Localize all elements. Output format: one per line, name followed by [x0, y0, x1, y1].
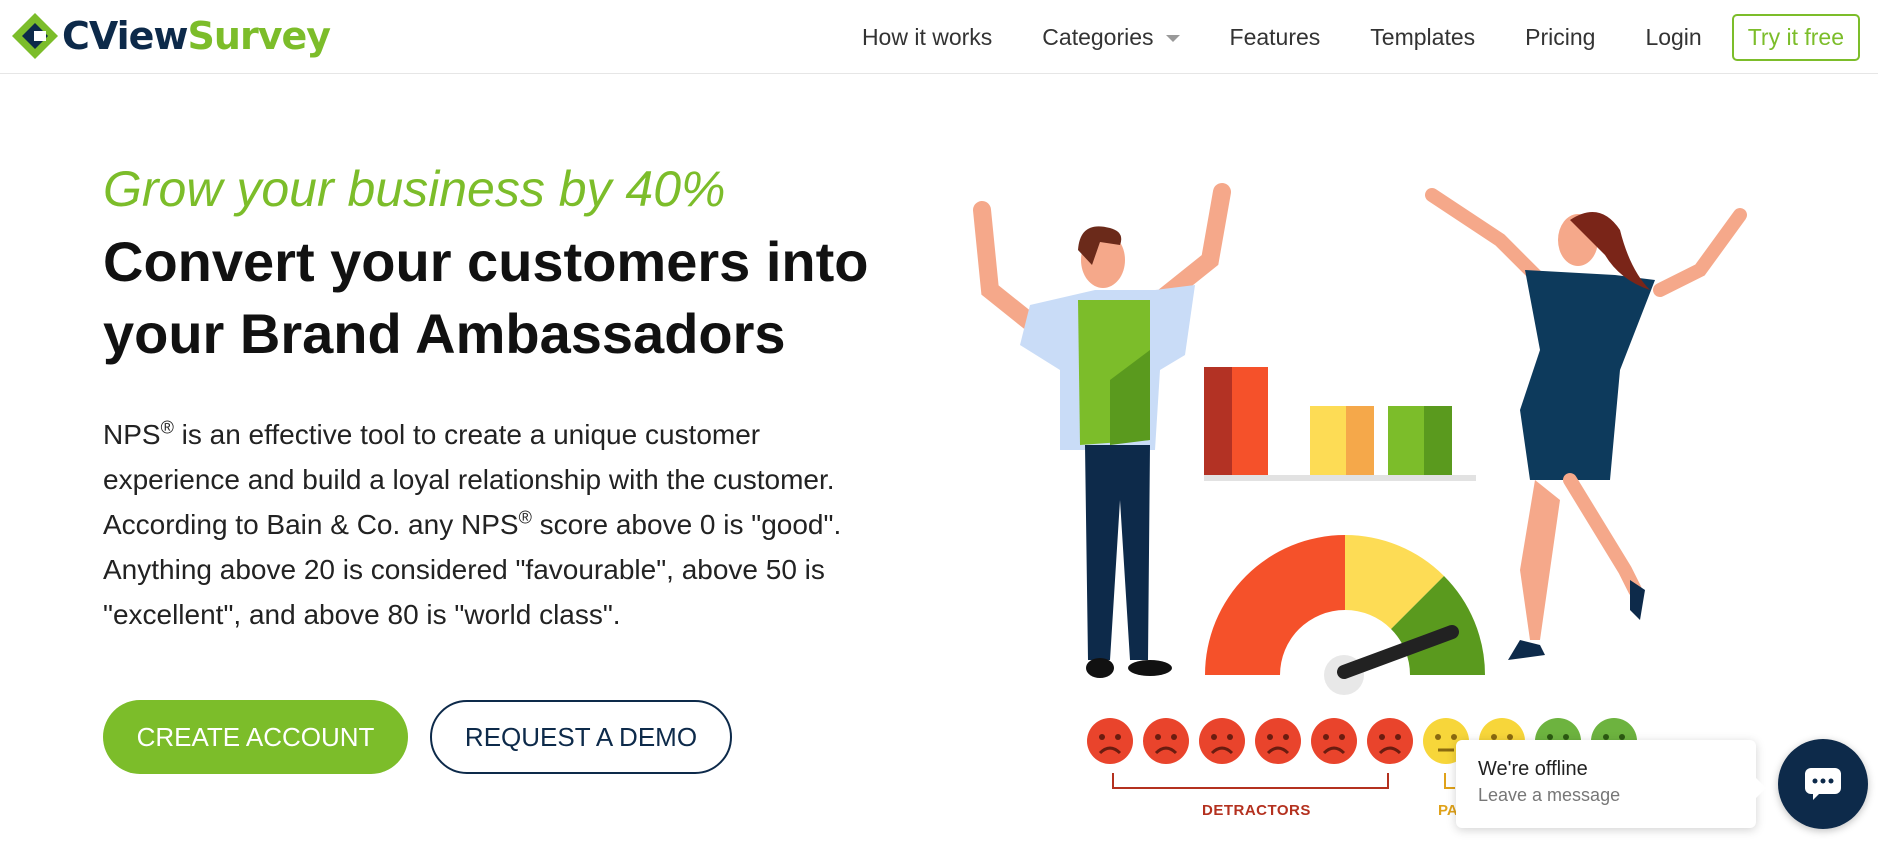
group-brackets: [1112, 773, 1455, 789]
nav-login[interactable]: Login: [1645, 24, 1701, 51]
sad-face-icon: [1086, 717, 1134, 765]
logo[interactable]: CViewSurvey: [10, 10, 331, 62]
request-demo-button[interactable]: REQUEST A DEMO: [430, 700, 732, 774]
nav-templates[interactable]: Templates: [1370, 24, 1475, 51]
desc-nps-1: NPS: [103, 419, 161, 450]
detractors-label: DETRACTORS: [1202, 802, 1311, 819]
woman-figure: [1425, 188, 1747, 660]
hero-headline-line1: Convert your customers into: [103, 230, 869, 293]
try-it-free-button[interactable]: Try it free: [1731, 13, 1860, 61]
sad-face-icon: [1254, 717, 1302, 765]
man-figure: [973, 183, 1231, 678]
hero-tagline: Grow your business by 40%: [103, 161, 726, 217]
hero-headline-line2: your Brand Ambassadors: [103, 302, 786, 365]
sad-face-icon: [1310, 717, 1358, 765]
chat-offline-bubble[interactable]: We're offline Leave a message: [1456, 740, 1766, 828]
logo-mark-icon: [12, 13, 58, 59]
sad-face-icon: [1142, 717, 1190, 765]
logo-text-part1: CView: [62, 14, 189, 58]
logo-text: CViewSurvey: [62, 14, 331, 58]
create-account-button[interactable]: CREATE ACCOUNT: [103, 700, 408, 774]
hero-headline: Convert your customers into your Brand A…: [103, 226, 903, 370]
nav-categories[interactable]: Categories: [1042, 23, 1180, 51]
chat-subtitle: Leave a message: [1478, 785, 1621, 805]
bar-chart-graphic: [1204, 367, 1476, 481]
nav-categories-label: Categories: [1042, 23, 1154, 50]
chevron-down-icon: [1165, 35, 1180, 42]
chat-title: We're offline: [1478, 758, 1588, 780]
registered-mark: ®: [518, 507, 532, 528]
logo-text-part2: Survey: [187, 14, 331, 58]
passives-label: PA: [1438, 802, 1458, 819]
nav-how-it-works[interactable]: How it works: [862, 24, 992, 51]
sad-face-icon: [1366, 717, 1414, 765]
sad-face-icon: [1198, 717, 1246, 765]
main-nav: How it works Categories Features Templat…: [862, 0, 1878, 74]
chat-icon: [1805, 768, 1841, 800]
registered-mark: ®: [160, 417, 174, 438]
nps-gauge: [1205, 535, 1485, 695]
site-header: CViewSurvey How it works Categories Feat…: [0, 0, 1878, 74]
hero-description: NPS® is an effective tool to create a un…: [103, 412, 903, 637]
chat-launcher-button[interactable]: [1778, 739, 1868, 829]
nav-features[interactable]: Features: [1230, 24, 1321, 51]
desc-nps-2: NPS: [460, 509, 519, 540]
nav-pricing[interactable]: Pricing: [1525, 24, 1595, 51]
